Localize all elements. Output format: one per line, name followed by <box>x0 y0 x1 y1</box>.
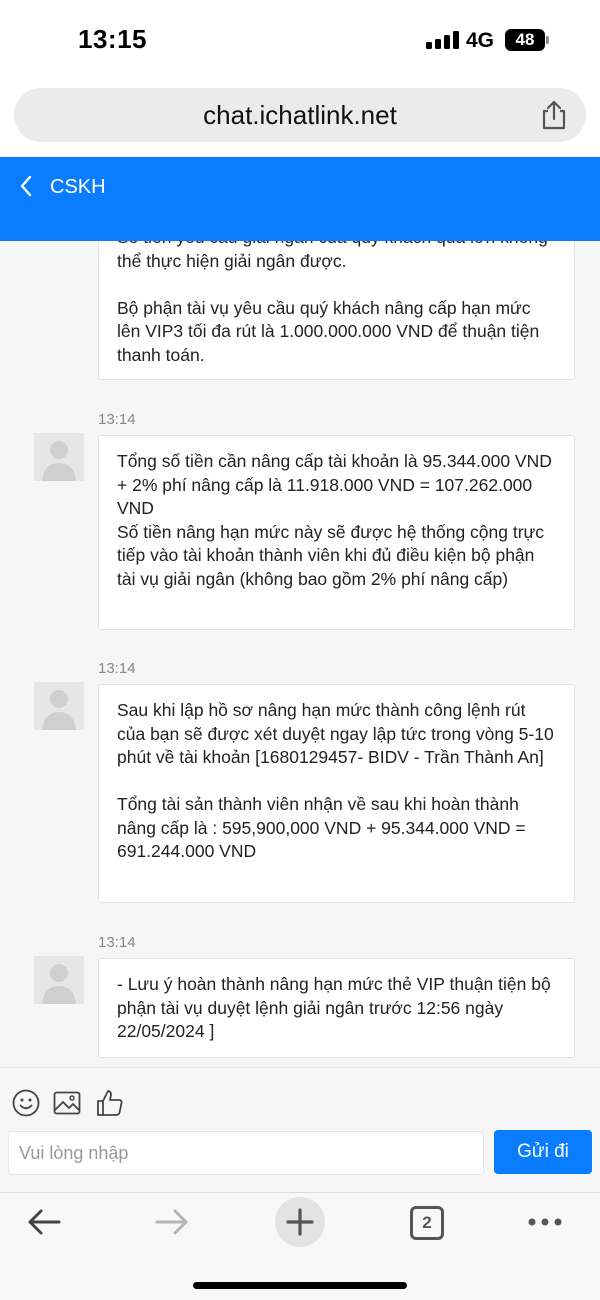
avatar <box>34 682 84 730</box>
battery-icon: 48 <box>505 29 545 51</box>
url-text[interactable]: chat.ichatlink.net <box>14 100 586 131</box>
image-icon[interactable] <box>52 1088 82 1118</box>
user-placeholder-icon <box>42 441 76 481</box>
home-indicator <box>193 1282 407 1289</box>
forward-arrow-icon[interactable] <box>154 1207 190 1237</box>
avatar <box>34 956 84 1004</box>
chat-area[interactable]: Số tiền yêu cầu giải ngân của quý khách … <box>0 241 600 1067</box>
plus-icon <box>286 1208 314 1236</box>
message-text: Tổng số tiền cần nâng cấp tài khoản là 9… <box>117 451 552 518</box>
new-tab-button[interactable] <box>275 1197 325 1247</box>
back-arrow-icon[interactable] <box>26 1207 62 1237</box>
network-label: 4G <box>466 29 495 52</box>
address-bar[interactable]: chat.ichatlink.net <box>14 88 586 142</box>
message-bubble: Sau khi lập hồ sơ nâng hạn mức thành côn… <box>98 684 575 903</box>
avatar <box>34 433 84 481</box>
share-icon[interactable] <box>540 100 568 130</box>
thumbs-up-icon[interactable] <box>95 1088 125 1118</box>
message-bubble: - Lưu ý hoàn thành nâng hạn mức thẻ VIP … <box>98 958 575 1058</box>
header-title: CSKH <box>50 176 106 198</box>
message-time: 13:14 <box>98 934 136 951</box>
status-bar: 13:15 4G 48 <box>0 0 600 84</box>
message-text: Bộ phận tài vụ yêu cầu quý khách nâng cấ… <box>117 297 540 365</box>
status-time: 13:15 <box>78 24 147 54</box>
compose-bar: Gửi đi <box>0 1067 600 1192</box>
message-text: Sau khi lập hồ sơ nâng hạn mức thành côn… <box>117 700 554 767</box>
message-time: 13:14 <box>98 660 136 677</box>
chevron-left-icon[interactable] <box>18 173 34 199</box>
emoji-icon[interactable] <box>11 1088 41 1118</box>
message-text: Tổng tài sản thành viên nhận về sau khi … <box>117 794 526 861</box>
message-text: Số tiền yêu cầu giải ngân của quý khách … <box>117 241 548 271</box>
user-placeholder-icon <box>42 690 76 730</box>
message-time: 13:14 <box>98 411 136 428</box>
battery-nub <box>546 36 549 44</box>
message-text: - Lưu ý hoàn thành nâng hạn mức thẻ VIP … <box>117 974 551 1041</box>
message-bubble: Tổng số tiền cần nâng cấp tài khoản là 9… <box>98 435 575 630</box>
message-bubble: Số tiền yêu cầu giải ngân của quý khách … <box>98 241 575 380</box>
send-button[interactable]: Gửi đi <box>494 1130 592 1174</box>
user-placeholder-icon <box>42 964 76 1004</box>
more-icon[interactable] <box>527 1217 563 1227</box>
tabs-count-button[interactable]: 2 <box>410 1206 444 1240</box>
message-text: Số tiền nâng hạn mức này sẽ được hệ thốn… <box>117 521 545 589</box>
message-input[interactable] <box>8 1131 484 1175</box>
signal-icon <box>426 31 460 49</box>
chat-header: CSKH <box>0 157 600 241</box>
